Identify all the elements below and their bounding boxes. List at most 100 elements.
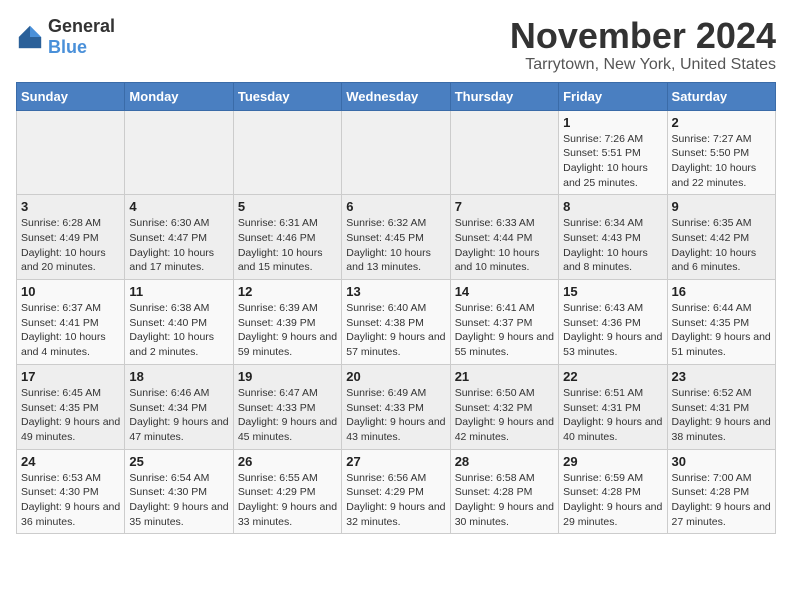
logo-text: General Blue — [48, 16, 115, 58]
calendar-week-2: 10 Sunrise: 6:37 AMSunset: 4:41 PMDayligh… — [17, 280, 776, 365]
day-number: 26 — [238, 454, 337, 469]
day-number: 5 — [238, 199, 337, 214]
logo-blue: Blue — [48, 37, 87, 57]
day-info: Sunrise: 6:56 AMSunset: 4:29 PMDaylight:… — [346, 471, 445, 530]
day-info: Sunrise: 6:43 AMSunset: 4:36 PMDaylight:… — [563, 301, 662, 360]
page-header: General Blue November 2024 Tarrytown, Ne… — [16, 16, 776, 74]
day-info: Sunrise: 6:49 AMSunset: 4:33 PMDaylight:… — [346, 386, 445, 445]
calendar-cell: 4Sunrise: 6:30 AMSunset: 4:47 PMDaylight… — [125, 195, 233, 280]
day-info: Sunrise: 6:51 AMSunset: 4:31 PMDaylight:… — [563, 386, 662, 445]
day-number: 15 — [563, 284, 662, 299]
logo-general: General — [48, 16, 115, 36]
day-info: Sunrise: 6:54 AMSunset: 4:30 PMDaylight:… — [129, 471, 228, 530]
day-number: 1 — [563, 115, 662, 130]
day-number: 30 — [672, 454, 771, 469]
calendar-header: SundayMondayTuesdayWednesdayThursdayFrid… — [17, 82, 776, 110]
calendar-table: SundayMondayTuesdayWednesdayThursdayFrid… — [16, 82, 776, 535]
location-title: Tarrytown, New York, United States — [510, 56, 776, 74]
calendar-cell: 9 Sunrise: 6:35 AMSunset: 4:42 PMDaylight… — [667, 195, 775, 280]
day-number: 25 — [129, 454, 228, 469]
day-info: Sunrise: 6:44 AMSunset: 4:35 PMDaylight:… — [672, 301, 771, 360]
calendar-cell — [233, 110, 341, 195]
day-number: 9 — [672, 199, 771, 214]
day-number: 14 — [455, 284, 554, 299]
day-number: 27 — [346, 454, 445, 469]
day-info: Sunrise: 7:26 AMSunset: 5:51 PMDaylight:… — [563, 132, 662, 191]
day-number: 20 — [346, 369, 445, 384]
day-number: 2 — [672, 115, 771, 130]
day-info: Sunrise: 6:45 AMSunset: 4:35 PMDaylight:… — [21, 386, 120, 445]
calendar-cell — [125, 110, 233, 195]
day-info: Sunrise: 6:47 AMSunset: 4:33 PMDaylight:… — [238, 386, 337, 445]
day-info: Sunrise: 6:31 AMSunset: 4:46 PMDaylight:… — [238, 216, 337, 275]
day-number: 17 — [21, 369, 120, 384]
calendar-week-4: 24 Sunrise: 6:53 AMSunset: 4:30 PMDayligh… — [17, 449, 776, 534]
weekday-header-wednesday: Wednesday — [342, 82, 450, 110]
day-number: 12 — [238, 284, 337, 299]
weekday-header-friday: Friday — [559, 82, 667, 110]
logo: General Blue — [16, 16, 115, 58]
day-info: Sunrise: 6:38 AMSunset: 4:40 PMDaylight:… — [129, 301, 228, 360]
day-info: Sunrise: 6:34 AMSunset: 4:43 PMDaylight:… — [563, 216, 662, 275]
calendar-cell: 26 Sunrise: 6:55 AMSunset: 4:29 PMDayligh… — [233, 449, 341, 534]
day-number: 16 — [672, 284, 771, 299]
calendar-cell: 10 Sunrise: 6:37 AMSunset: 4:41 PMDayligh… — [17, 280, 125, 365]
calendar-cell: 16 Sunrise: 6:44 AMSunset: 4:35 PMDayligh… — [667, 280, 775, 365]
day-number: 7 — [455, 199, 554, 214]
day-info: Sunrise: 6:30 AMSunset: 4:47 PMDaylight:… — [129, 216, 228, 275]
calendar-cell: 15 Sunrise: 6:43 AMSunset: 4:36 PMDayligh… — [559, 280, 667, 365]
calendar-cell: 23 Sunrise: 6:52 AMSunset: 4:31 PMDayligh… — [667, 364, 775, 449]
calendar-cell: 25 Sunrise: 6:54 AMSunset: 4:30 PMDayligh… — [125, 449, 233, 534]
day-number: 29 — [563, 454, 662, 469]
day-number: 28 — [455, 454, 554, 469]
day-info: Sunrise: 6:58 AMSunset: 4:28 PMDaylight:… — [455, 471, 554, 530]
calendar-cell: 24 Sunrise: 6:53 AMSunset: 4:30 PMDayligh… — [17, 449, 125, 534]
calendar-cell: 27 Sunrise: 6:56 AMSunset: 4:29 PMDayligh… — [342, 449, 450, 534]
weekday-header-monday: Monday — [125, 82, 233, 110]
day-number: 22 — [563, 369, 662, 384]
calendar-cell: 3 Sunrise: 6:28 AMSunset: 4:49 PMDaylight… — [17, 195, 125, 280]
calendar-cell: 12Sunrise: 6:39 AMSunset: 4:39 PMDayligh… — [233, 280, 341, 365]
calendar-cell: 17 Sunrise: 6:45 AMSunset: 4:35 PMDayligh… — [17, 364, 125, 449]
day-number: 8 — [563, 199, 662, 214]
day-number: 10 — [21, 284, 120, 299]
day-info: Sunrise: 6:52 AMSunset: 4:31 PMDaylight:… — [672, 386, 771, 445]
day-info: Sunrise: 6:55 AMSunset: 4:29 PMDaylight:… — [238, 471, 337, 530]
calendar-cell — [17, 110, 125, 195]
calendar-cell: 30Sunrise: 7:00 AMSunset: 4:28 PMDayligh… — [667, 449, 775, 534]
weekday-header-thursday: Thursday — [450, 82, 558, 110]
calendar-cell: 22 Sunrise: 6:51 AMSunset: 4:31 PMDayligh… — [559, 364, 667, 449]
calendar-body: 1 Sunrise: 7:26 AMSunset: 5:51 PMDaylight… — [17, 110, 776, 534]
day-number: 21 — [455, 369, 554, 384]
day-info: Sunrise: 7:27 AMSunset: 5:50 PMDaylight:… — [672, 132, 771, 191]
calendar-cell: 18Sunrise: 6:46 AMSunset: 4:34 PMDayligh… — [125, 364, 233, 449]
day-info: Sunrise: 6:35 AMSunset: 4:42 PMDaylight:… — [672, 216, 771, 275]
calendar-cell — [450, 110, 558, 195]
calendar-cell: 8 Sunrise: 6:34 AMSunset: 4:43 PMDaylight… — [559, 195, 667, 280]
weekday-header-sunday: Sunday — [17, 82, 125, 110]
day-info: Sunrise: 6:33 AMSunset: 4:44 PMDaylight:… — [455, 216, 554, 275]
day-number: 11 — [129, 284, 228, 299]
day-number: 23 — [672, 369, 771, 384]
calendar-cell — [342, 110, 450, 195]
day-info: Sunrise: 6:28 AMSunset: 4:49 PMDaylight:… — [21, 216, 120, 275]
day-number: 19 — [238, 369, 337, 384]
calendar-cell: 20 Sunrise: 6:49 AMSunset: 4:33 PMDayligh… — [342, 364, 450, 449]
weekday-header-tuesday: Tuesday — [233, 82, 341, 110]
day-number: 24 — [21, 454, 120, 469]
calendar-cell: 1 Sunrise: 7:26 AMSunset: 5:51 PMDaylight… — [559, 110, 667, 195]
weekday-header-saturday: Saturday — [667, 82, 775, 110]
day-info: Sunrise: 6:41 AMSunset: 4:37 PMDaylight:… — [455, 301, 554, 360]
calendar-cell: 29Sunrise: 6:59 AMSunset: 4:28 PMDayligh… — [559, 449, 667, 534]
day-info: Sunrise: 6:37 AMSunset: 4:41 PMDaylight:… — [21, 301, 120, 360]
day-info: Sunrise: 6:50 AMSunset: 4:32 PMDaylight:… — [455, 386, 554, 445]
calendar-week-1: 3 Sunrise: 6:28 AMSunset: 4:49 PMDaylight… — [17, 195, 776, 280]
logo-icon — [16, 23, 44, 51]
day-info: Sunrise: 6:40 AMSunset: 4:38 PMDaylight:… — [346, 301, 445, 360]
day-number: 13 — [346, 284, 445, 299]
title-block: November 2024 Tarrytown, New York, Unite… — [510, 16, 776, 74]
calendar-cell: 5 Sunrise: 6:31 AMSunset: 4:46 PMDaylight… — [233, 195, 341, 280]
weekday-header-row: SundayMondayTuesdayWednesdayThursdayFrid… — [17, 82, 776, 110]
day-info: Sunrise: 6:53 AMSunset: 4:30 PMDaylight:… — [21, 471, 120, 530]
day-number: 3 — [21, 199, 120, 214]
